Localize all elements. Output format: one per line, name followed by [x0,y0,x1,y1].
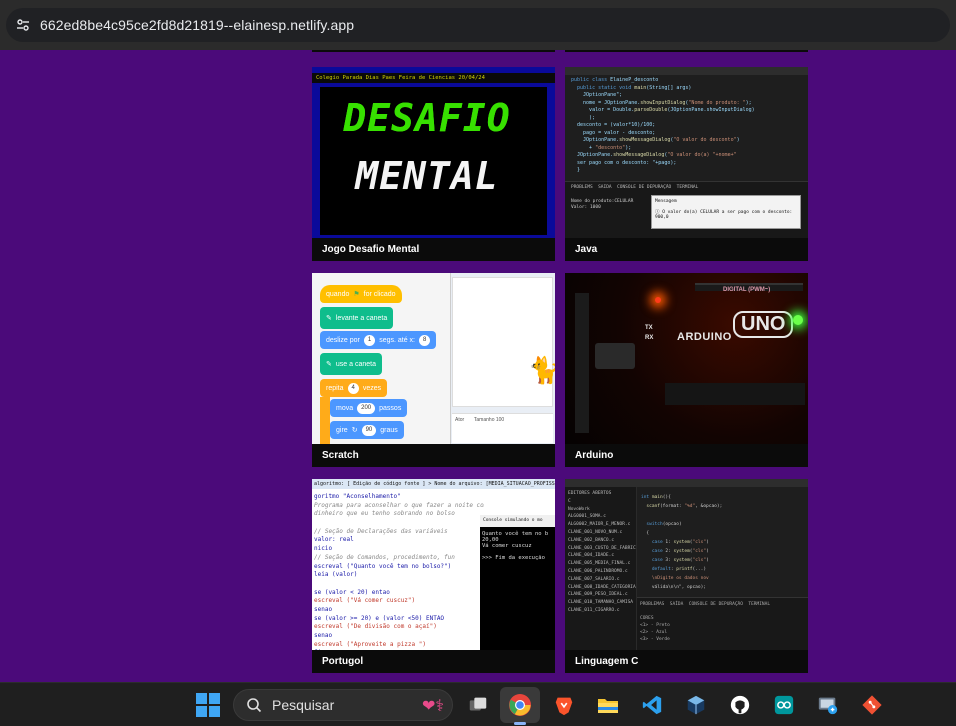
arduino-board-thumbnail: DIGITAL (PWM~) TX RX ARDUINO UNO [565,273,808,444]
remote-desktop-icon[interactable] [814,691,842,719]
browser-address-bar: 662ed8be4c95ce2fd8d21819--elainesp.netli… [0,0,956,50]
portugol-console: Console simulando o mo Quanto você tem n… [480,515,555,650]
sprite-label: Ator [455,417,465,423]
desafio-title-line1: DESAFIO [343,96,511,140]
desafio-header-text: Colegio Parada Dias Paes Feira de Cienci… [312,73,555,83]
block-repeat[interactable]: repita 4 vezes [320,379,388,397]
c-code-thumbnail: EDITORES ABERTOS C NovoWork ALG0001_SOMA.c A… [565,479,808,650]
card-title: Portugol [312,650,555,673]
portugol-header: algoritmo: [ Edição de código fonte ] > … [312,479,555,489]
card-title: Scratch [312,444,555,467]
active-indicator [514,722,526,725]
rotate-icon: ↻ [351,427,358,434]
chrome-icon[interactable] [506,691,534,719]
arduino-ide-icon[interactable] [770,691,798,719]
block-when-flag-clicked[interactable]: quando ⚑ for clicado [320,285,402,303]
omnibox[interactable]: 662ed8be4c95ce2fd8d21819--elainesp.netli… [6,8,950,42]
card-title: Linguagem C [565,650,808,673]
project-card-java[interactable]: public class ElaineP_desconto public sta… [565,67,808,261]
project-card-arduino[interactable]: DIGITAL (PWM~) TX RX ARDUINO UNO Arduino [565,273,808,467]
git-icon[interactable] [858,691,886,719]
windows-start-icon[interactable] [196,693,220,717]
desafio-title-line2: MENTAL [355,154,499,198]
green-flag-icon: ⚑ [353,291,360,298]
project-card-linguagem-c[interactable]: EDITORES ABERTOS C NovoWork ALG0001_SOMA.c A… [565,479,808,673]
brave-icon[interactable] [550,691,578,719]
task-view-icon[interactable] [464,691,492,719]
project-card-desafio-mental[interactable]: Colegio Parada Dias Paes Feira de Cienci… [312,67,555,261]
project-card-scratch[interactable]: 🐈 Ator Tamanho 100 quando ⚑ for clicado ✎ l… [312,273,555,467]
file-explorer-icon[interactable] [594,691,622,719]
project-card-partial-right[interactable] [565,50,808,52]
card-title: Java [565,238,808,261]
github-icon[interactable] [726,691,754,719]
power-led [793,315,803,325]
search-highlight-icon: ❤⚕ [421,698,444,715]
arduino-brand: ARDUINO [677,331,732,343]
size-value: 100 [495,417,505,423]
block-glide[interactable]: deslize por 1 segs. até x: 8 [320,331,437,349]
vscode-icon[interactable] [638,691,666,719]
tune-icon[interactable] [6,8,40,42]
project-card-partial-left[interactable] [312,50,555,52]
block-pen-down[interactable]: ✎ use a caneta [320,353,382,375]
portugol-code: goritmo "Aconselhamento" Programa para a… [314,493,484,650]
pen-icon: ✎ [326,315,332,322]
portugol-code-thumbnail: algoritmo: [ Edição de código fonte ] > … [312,479,555,650]
desafio-mental-thumbnail: Colegio Parada Dias Paes Feira de Cienci… [312,67,555,238]
scratch-cat-icon: 🐈 [528,355,555,385]
block-pen-up[interactable]: ✎ levante a caneta [320,307,394,329]
card-title: Arduino [565,444,808,467]
java-code-thumbnail: public class ElaineP_desconto public sta… [565,67,808,238]
uno-label: UNO [733,311,794,338]
java-message-dialog: Mensagem ⓘ O valor do(a) CELULAR a ser pa… [651,195,801,229]
windows-taskbar: Pesquisar ❤⚕ [0,682,956,726]
search-placeholder: Pesquisar [272,697,335,713]
portfolio-page: Colegio Parada Dias Paes Feira de Cienci… [0,50,956,682]
search-icon [247,698,262,713]
scratch-blocks-thumbnail: 🐈 Ator Tamanho 100 quando ⚑ for clicado ✎ l… [312,273,555,444]
tx-led [655,297,661,303]
rx-label: RX [645,335,654,341]
project-card-portugol[interactable]: algoritmo: [ Edição de código fonte ] > … [312,479,555,673]
block-move[interactable]: mova 200 passos [330,399,408,417]
tx-label: TX [645,325,653,331]
card-title: Jogo Desafio Mental [312,238,555,261]
size-label: Tamanho [473,417,495,423]
block-turn[interactable]: gire ↻ 90 graus [330,421,404,439]
digital-label: DIGITAL (PWM~) [723,287,771,293]
url-text[interactable]: 662ed8be4c95ce2fd8d21819--elainesp.netli… [40,17,354,33]
taskbar-search[interactable]: Pesquisar ❤⚕ [233,689,453,721]
virtualbox-icon[interactable] [682,691,710,719]
pen-icon: ✎ [326,361,332,368]
